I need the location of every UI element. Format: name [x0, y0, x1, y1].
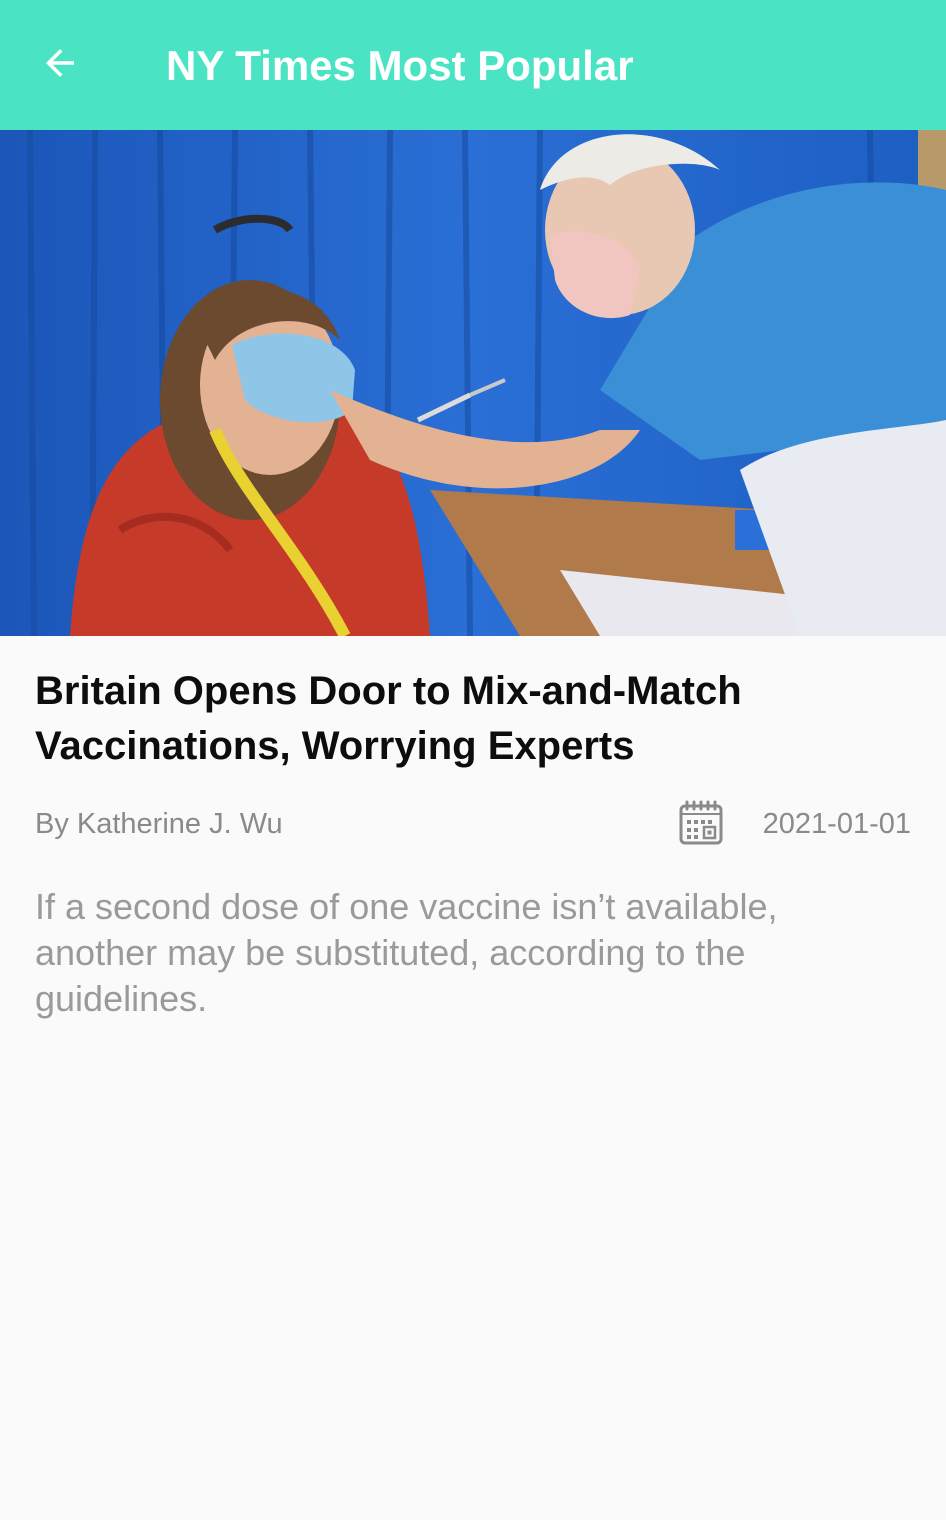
- article-detail-screen: NY Times Most Popular Britain Opens Door…: [0, 0, 946, 1520]
- article-title: Britain Opens Door to Mix-and-Match Vacc…: [35, 669, 742, 768]
- app-bar-title: NY Times Most Popular: [166, 42, 634, 89]
- calendar-icon: [678, 800, 724, 846]
- article-abstract: If a second dose of one vaccine isn’t av…: [35, 886, 778, 1019]
- arrow-left-icon: [39, 42, 81, 89]
- published-date: 2021-01-01: [762, 808, 911, 840]
- article-image: [0, 130, 946, 636]
- app-bar: NY Times Most Popular: [0, 0, 946, 130]
- article-byline: By Katherine J. Wu: [35, 808, 283, 840]
- article-meta: By Katherine J. Wu 2021-01-01: [35, 800, 911, 850]
- back-button[interactable]: [22, 27, 98, 103]
